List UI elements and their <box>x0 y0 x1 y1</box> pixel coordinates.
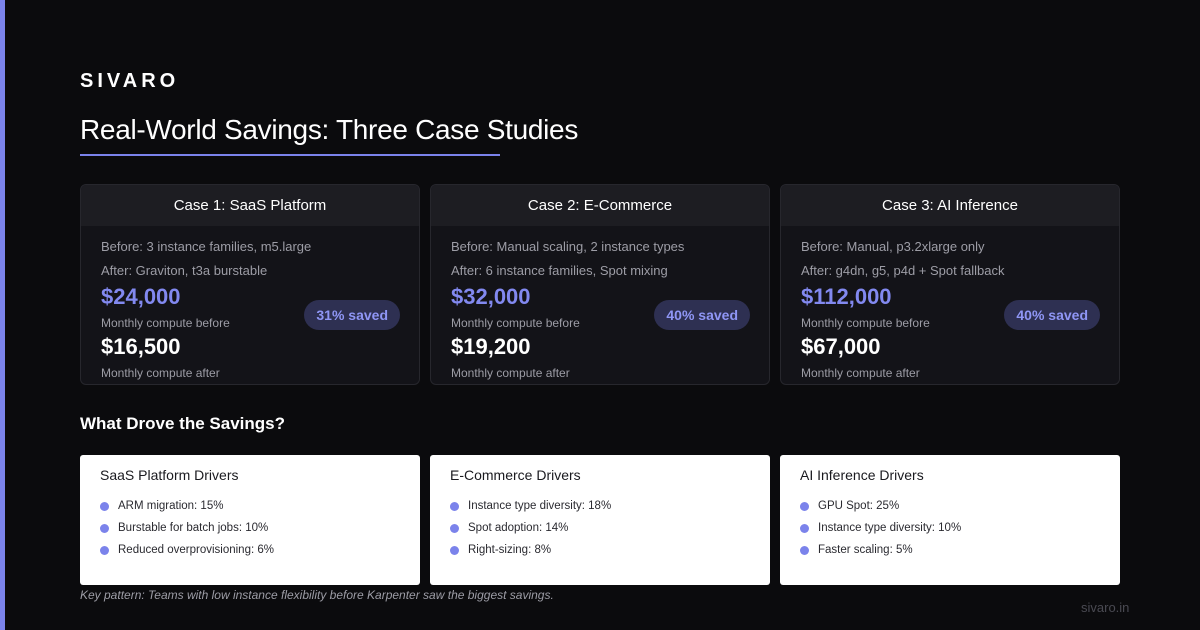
brand-logo: SIVARO <box>80 70 180 92</box>
list-item: Spot adoption: 14% <box>450 517 750 539</box>
driver-item-label: Burstable for batch jobs: 10% <box>118 522 269 534</box>
amount-before: $112,000 <box>801 284 892 309</box>
site-url: sivaro.in <box>1081 600 1130 615</box>
case-before-line: Before: Manual, p3.2xlarge only <box>801 239 985 254</box>
bullet-icon <box>100 523 109 533</box>
drivers-section-title: What Drove the Savings? <box>80 414 285 433</box>
driver-card-title: SaaS Platform Drivers <box>100 467 239 483</box>
case-before-line: Before: 3 instance families, m5.large <box>101 239 312 254</box>
savings-badge: 40% saved <box>1004 300 1100 330</box>
list-item: Instance type diversity: 10% <box>800 517 1100 539</box>
case-after-line: After: Graviton, t3a burstable <box>101 263 268 278</box>
driver-item-label: ARM migration: 15% <box>118 500 224 512</box>
amount-before: $32,000 <box>451 284 531 309</box>
drivers-grid: SaaS Platform Drivers ARM migration: 15%… <box>80 455 1120 585</box>
savings-badge: 31% saved <box>304 300 400 330</box>
amount-after-label: Monthly compute after <box>101 366 220 380</box>
amount-before-label: Monthly compute before <box>451 316 580 330</box>
driver-item-label: Faster scaling: 5% <box>818 544 913 556</box>
bullet-icon <box>100 501 109 511</box>
driver-item-label: Instance type diversity: 10% <box>818 522 962 534</box>
savings-badge: 40% saved <box>654 300 750 330</box>
bullet-icon <box>450 523 459 533</box>
bullet-icon <box>800 523 809 533</box>
driver-item-label: Reduced overprovisioning: 6% <box>118 544 274 556</box>
amount-before-label: Monthly compute before <box>801 316 930 330</box>
case-card-saas: Case 1: SaaS Platform Before: 3 instance… <box>80 184 420 385</box>
case-header: Case 2: E-Commerce <box>431 185 769 226</box>
amount-before: $24,000 <box>101 284 181 309</box>
amount-after-label: Monthly compute after <box>451 366 570 380</box>
driver-item-label: Instance type diversity: 18% <box>468 500 612 512</box>
list-item: Burstable for batch jobs: 10% <box>100 517 400 539</box>
case-before-line: Before: Manual scaling, 2 instance types <box>451 239 685 254</box>
driver-item-label: Spot adoption: 14% <box>468 522 569 534</box>
amount-after: $67,000 <box>801 334 881 359</box>
driver-item-label: Right-sizing: 8% <box>468 544 552 556</box>
list-item: Reduced overprovisioning: 6% <box>100 539 400 561</box>
list-item: ARM migration: 15% <box>100 495 400 517</box>
driver-card-title: AI Inference Drivers <box>800 467 924 483</box>
key-pattern-footnote: Key pattern: Teams with low instance fle… <box>80 588 554 602</box>
case-after-line: After: g4dn, g5, p4d + Spot fallback <box>801 263 1005 278</box>
bullet-icon <box>450 501 459 511</box>
driver-list: Instance type diversity: 18% Spot adopti… <box>450 495 750 561</box>
bullet-icon <box>800 545 809 555</box>
case-card-ai-inference: Case 3: AI Inference Before: Manual, p3.… <box>780 184 1120 385</box>
driver-list: ARM migration: 15% Burstable for batch j… <box>100 495 400 561</box>
case-after-line: After: 6 instance families, Spot mixing <box>451 263 668 278</box>
case-studies: Case 1: SaaS Platform Before: 3 instance… <box>80 184 1120 385</box>
case-card-ecommerce: Case 2: E-Commerce Before: Manual scalin… <box>430 184 770 385</box>
title-underline <box>80 154 500 156</box>
amount-after: $19,200 <box>451 334 531 359</box>
driver-card-title: E-Commerce Drivers <box>450 467 581 483</box>
amount-before-label: Monthly compute before <box>101 316 230 330</box>
amount-after: $16,500 <box>101 334 181 359</box>
list-item: Right-sizing: 8% <box>450 539 750 561</box>
driver-card-ai-inference: AI Inference Drivers GPU Spot: 25% Insta… <box>780 455 1120 585</box>
driver-item-label: GPU Spot: 25% <box>818 500 900 512</box>
bullet-icon <box>450 545 459 555</box>
amount-after-label: Monthly compute after <box>801 366 920 380</box>
driver-card-saas: SaaS Platform Drivers ARM migration: 15%… <box>80 455 420 585</box>
driver-card-ecommerce: E-Commerce Drivers Instance type diversi… <box>430 455 770 585</box>
case-header: Case 3: AI Inference <box>781 185 1119 226</box>
list-item: Faster scaling: 5% <box>800 539 1100 561</box>
driver-list: GPU Spot: 25% Instance type diversity: 1… <box>800 495 1100 561</box>
bullet-icon <box>800 501 809 511</box>
list-item: Instance type diversity: 18% <box>450 495 750 517</box>
bullet-icon <box>100 545 109 555</box>
page-title: Real-World Savings: Three Case Studies <box>80 114 579 145</box>
case-header: Case 1: SaaS Platform <box>81 185 419 226</box>
list-item: GPU Spot: 25% <box>800 495 1100 517</box>
left-accent-bar <box>0 0 5 630</box>
